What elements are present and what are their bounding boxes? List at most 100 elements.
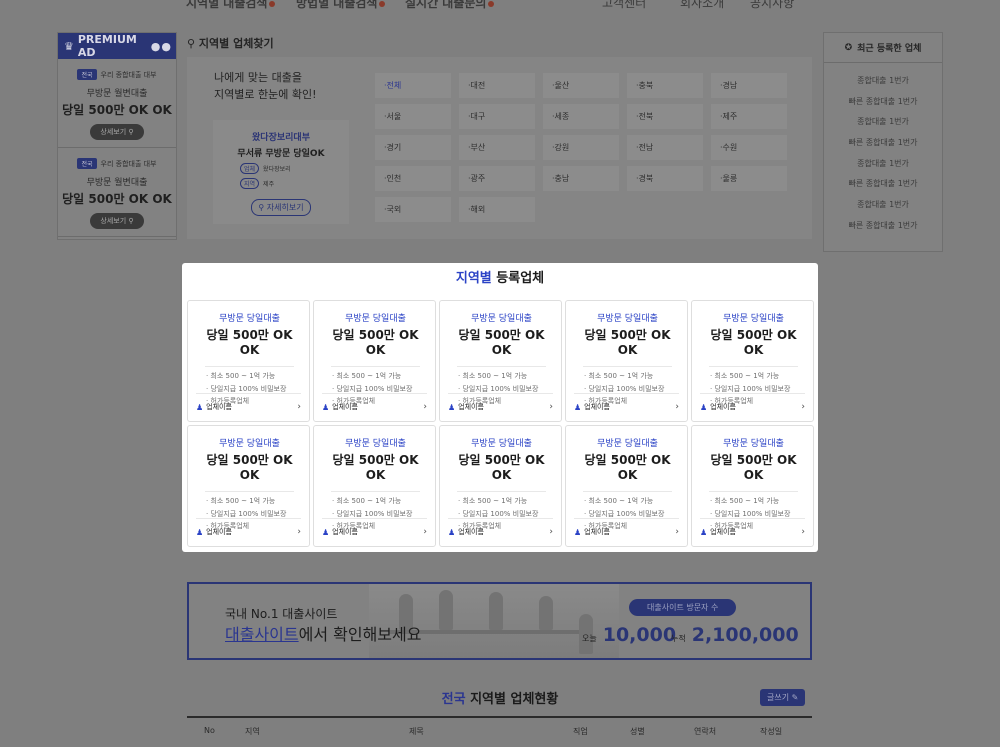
region-button[interactable]: · 광주	[459, 166, 535, 191]
nav-item-about[interactable]: 회사소개	[680, 0, 724, 11]
write-button[interactable]: 글쓰기 ✎	[760, 689, 806, 706]
user-icon: ♟	[574, 402, 582, 412]
chevron-right-icon[interactable]: ›	[549, 402, 553, 412]
region-button[interactable]: · 인천	[375, 166, 451, 191]
region-label: 광주	[470, 174, 486, 183]
region-button[interactable]: · 수원	[711, 135, 787, 160]
region-button[interactable]: · 울릉	[711, 166, 787, 191]
region-button[interactable]: · 경남	[711, 73, 787, 98]
company-card[interactable]: 무방문 당일대출 당일 500만 OK OK · 최소 500 ~ 1억 가능 · 당…	[313, 300, 436, 422]
chevron-right-icon[interactable]: ›	[423, 527, 427, 537]
card-headline: 당일 500만 OK OK	[584, 328, 671, 357]
company-card[interactable]: 무방문 당일대출 당일 500만 OK OK · 최소 500 ~ 1억 가능 · 당…	[187, 300, 310, 422]
chevron-right-icon[interactable]: ›	[675, 527, 679, 537]
chevron-right-icon[interactable]: ›	[297, 402, 301, 412]
region-button[interactable]: · 대구	[459, 104, 535, 129]
recent-item[interactable]: 종합대출 1번가	[824, 154, 942, 175]
company-card[interactable]: 무방문 당일대출 당일 500만 OK OK · 최소 500 ~ 1억 가능 · 당…	[187, 425, 310, 547]
total-visitors: 누적 2,100,000	[671, 624, 799, 646]
crown-icon: ♛	[64, 39, 74, 53]
region-button[interactable]: · 충북	[627, 73, 703, 98]
company-card[interactable]: 무방문 당일대출 당일 500만 OK OK · 최소 500 ~ 1억 가능 · 당…	[565, 300, 688, 422]
feature-item: · 최소 500 ~ 1억 가능	[458, 372, 528, 380]
user-icon: ♟	[700, 402, 708, 412]
chevron-right-icon[interactable]: ›	[675, 402, 679, 412]
recent-item[interactable]: 빠른 종합대출 1번가	[824, 133, 942, 154]
recent-item[interactable]: 빠른 종합대출 1번가	[824, 216, 942, 237]
card-footer: ♟ 업체이름 ›	[196, 393, 301, 412]
nav-item-realtime[interactable]: 실시간 대출문의	[405, 0, 495, 11]
nav-item-method[interactable]: 방법별 대출검색	[296, 0, 386, 11]
premium-ad-card[interactable]: 전국 우리 종합대출 대부 무방문 월변대출 당일 500만 OK OK 상세보기…	[58, 148, 176, 237]
card-headline: 당일 500만 OK OK	[332, 453, 419, 482]
region-button[interactable]: · 해외	[459, 197, 535, 222]
status-table-header: No 지역 제목 직업 성별 연락처 작성일	[187, 716, 812, 746]
detail-button[interactable]: 상세보기 ⚲	[90, 124, 144, 140]
card-subtitle: 무방문 당일대출	[723, 314, 784, 324]
card-subtitle: 무방문 당일대출	[471, 314, 532, 324]
company-card[interactable]: 무방문 당일대출 당일 500만 OK OK · 최소 500 ~ 1억 가능 · 당…	[691, 300, 814, 422]
nav-item-notice[interactable]: 공지사항	[750, 0, 794, 11]
company-card[interactable]: 무방문 당일대출 당일 500만 OK OK · 최소 500 ~ 1억 가능 · 당…	[439, 425, 562, 547]
recent-item[interactable]: 종합대출 1번가	[824, 112, 942, 133]
card-headline: 당일 500만 OK OK	[332, 328, 419, 357]
company-card[interactable]: 무방문 당일대출 당일 500만 OK OK · 최소 500 ~ 1억 가능 · 당…	[313, 425, 436, 547]
recent-item[interactable]: 종합대출 1번가	[824, 195, 942, 216]
region-button[interactable]: · 충남	[543, 166, 619, 191]
chevron-right-icon[interactable]: ›	[297, 527, 301, 537]
chevron-right-icon[interactable]: ›	[801, 527, 805, 537]
user-icon: ♟	[322, 527, 330, 537]
nav-item-support[interactable]: 고객센터	[602, 0, 646, 11]
region-button[interactable]: · 대전	[459, 73, 535, 98]
region-button[interactable]: · 부산	[459, 135, 535, 160]
chevron-right-icon[interactable]: ›	[801, 402, 805, 412]
card-subtitle: 무방문 당일대출	[219, 439, 280, 449]
recent-item[interactable]: 종합대출 1번가	[824, 71, 942, 92]
region-button[interactable]: · 강원	[543, 135, 619, 160]
region-button[interactable]: · 경기	[375, 135, 451, 160]
card-company-name: 업체이름	[206, 528, 232, 536]
region-button[interactable]: · 국외	[375, 197, 451, 222]
recent-item[interactable]: 빠른 종합대출 1번가	[824, 92, 942, 113]
recent-item[interactable]: 빠른 종합대출 1번가	[824, 174, 942, 195]
chevron-right-icon[interactable]: ›	[423, 402, 427, 412]
detail-button[interactable]: 상세보기 ⚲	[90, 213, 144, 229]
view-detail-button[interactable]: ⚲ 자세히보기	[251, 199, 311, 216]
status-title: 전국 지역별 업체현황	[441, 692, 559, 707]
company-card[interactable]: 무방문 당일대출 당일 500만 OK OK · 최소 500 ~ 1억 가능 · 당…	[691, 425, 814, 547]
today-visitors: 오늘 10,000	[582, 624, 677, 646]
company-card[interactable]: 무방문 당일대출 당일 500만 OK OK · 최소 500 ~ 1억 가능 · 당…	[565, 425, 688, 547]
region-label: 경남	[722, 81, 738, 90]
featured-company-card[interactable]: 왔다장보리대부 무서류 무방문 당일OK 업체 왔다장보리 지역 제주 ⚲ 자세히보…	[213, 120, 349, 224]
region-label: 부산	[470, 143, 486, 152]
visitor-banner[interactable]: 국내 No.1 대출사이트 대출사이트에서 확인해보세요 대출사이트 방문자 수…	[187, 582, 812, 660]
region-button[interactable]: · 전남	[627, 135, 703, 160]
region-button[interactable]: · 전북	[627, 104, 703, 129]
region-label: 국외	[386, 205, 402, 214]
region-label: 충남	[554, 174, 570, 183]
nav-item-region[interactable]: 지역별 대출검색	[186, 0, 276, 11]
location-pin-icon: ⚲	[187, 37, 196, 50]
region-button[interactable]: · 세종	[543, 104, 619, 129]
region-button[interactable]: · 울산	[543, 73, 619, 98]
card-company-name: 업체이름	[584, 403, 610, 411]
region-label: 울산	[554, 81, 570, 90]
premium-ad-header: ♛ PREMIUM AD ●●	[58, 33, 176, 59]
user-icon: ♟	[196, 527, 204, 537]
user-icon: ♟	[448, 527, 456, 537]
region-label: 세종	[554, 112, 570, 121]
chevron-right-icon[interactable]: ›	[549, 527, 553, 537]
company-card[interactable]: 무방문 당일대출 당일 500만 OK OK · 최소 500 ~ 1억 가능 · 당…	[439, 300, 562, 422]
feature-item: · 최소 500 ~ 1억 가능	[458, 497, 528, 505]
region-button[interactable]: · 서울	[375, 104, 451, 129]
region-button[interactable]: · 제주	[711, 104, 787, 129]
premium-ad-card[interactable]: 전국 우리 종합대출 대부 무방문 월변대출 당일 500만 OK OK 상세보기…	[58, 59, 176, 148]
card-company-name: 업체이름	[710, 403, 736, 411]
more-dots-icon[interactable]: ●●	[151, 40, 172, 53]
region-button[interactable]: · 경북	[627, 166, 703, 191]
region-button[interactable]: · 전체	[375, 73, 451, 98]
feature-item: · 최소 500 ~ 1억 가능	[710, 497, 780, 505]
ad-headline: 당일 500만 OK OK	[62, 103, 172, 117]
card-company-name: 업체이름	[458, 403, 484, 411]
feature-item: · 최소 500 ~ 1억 가능	[332, 497, 402, 505]
